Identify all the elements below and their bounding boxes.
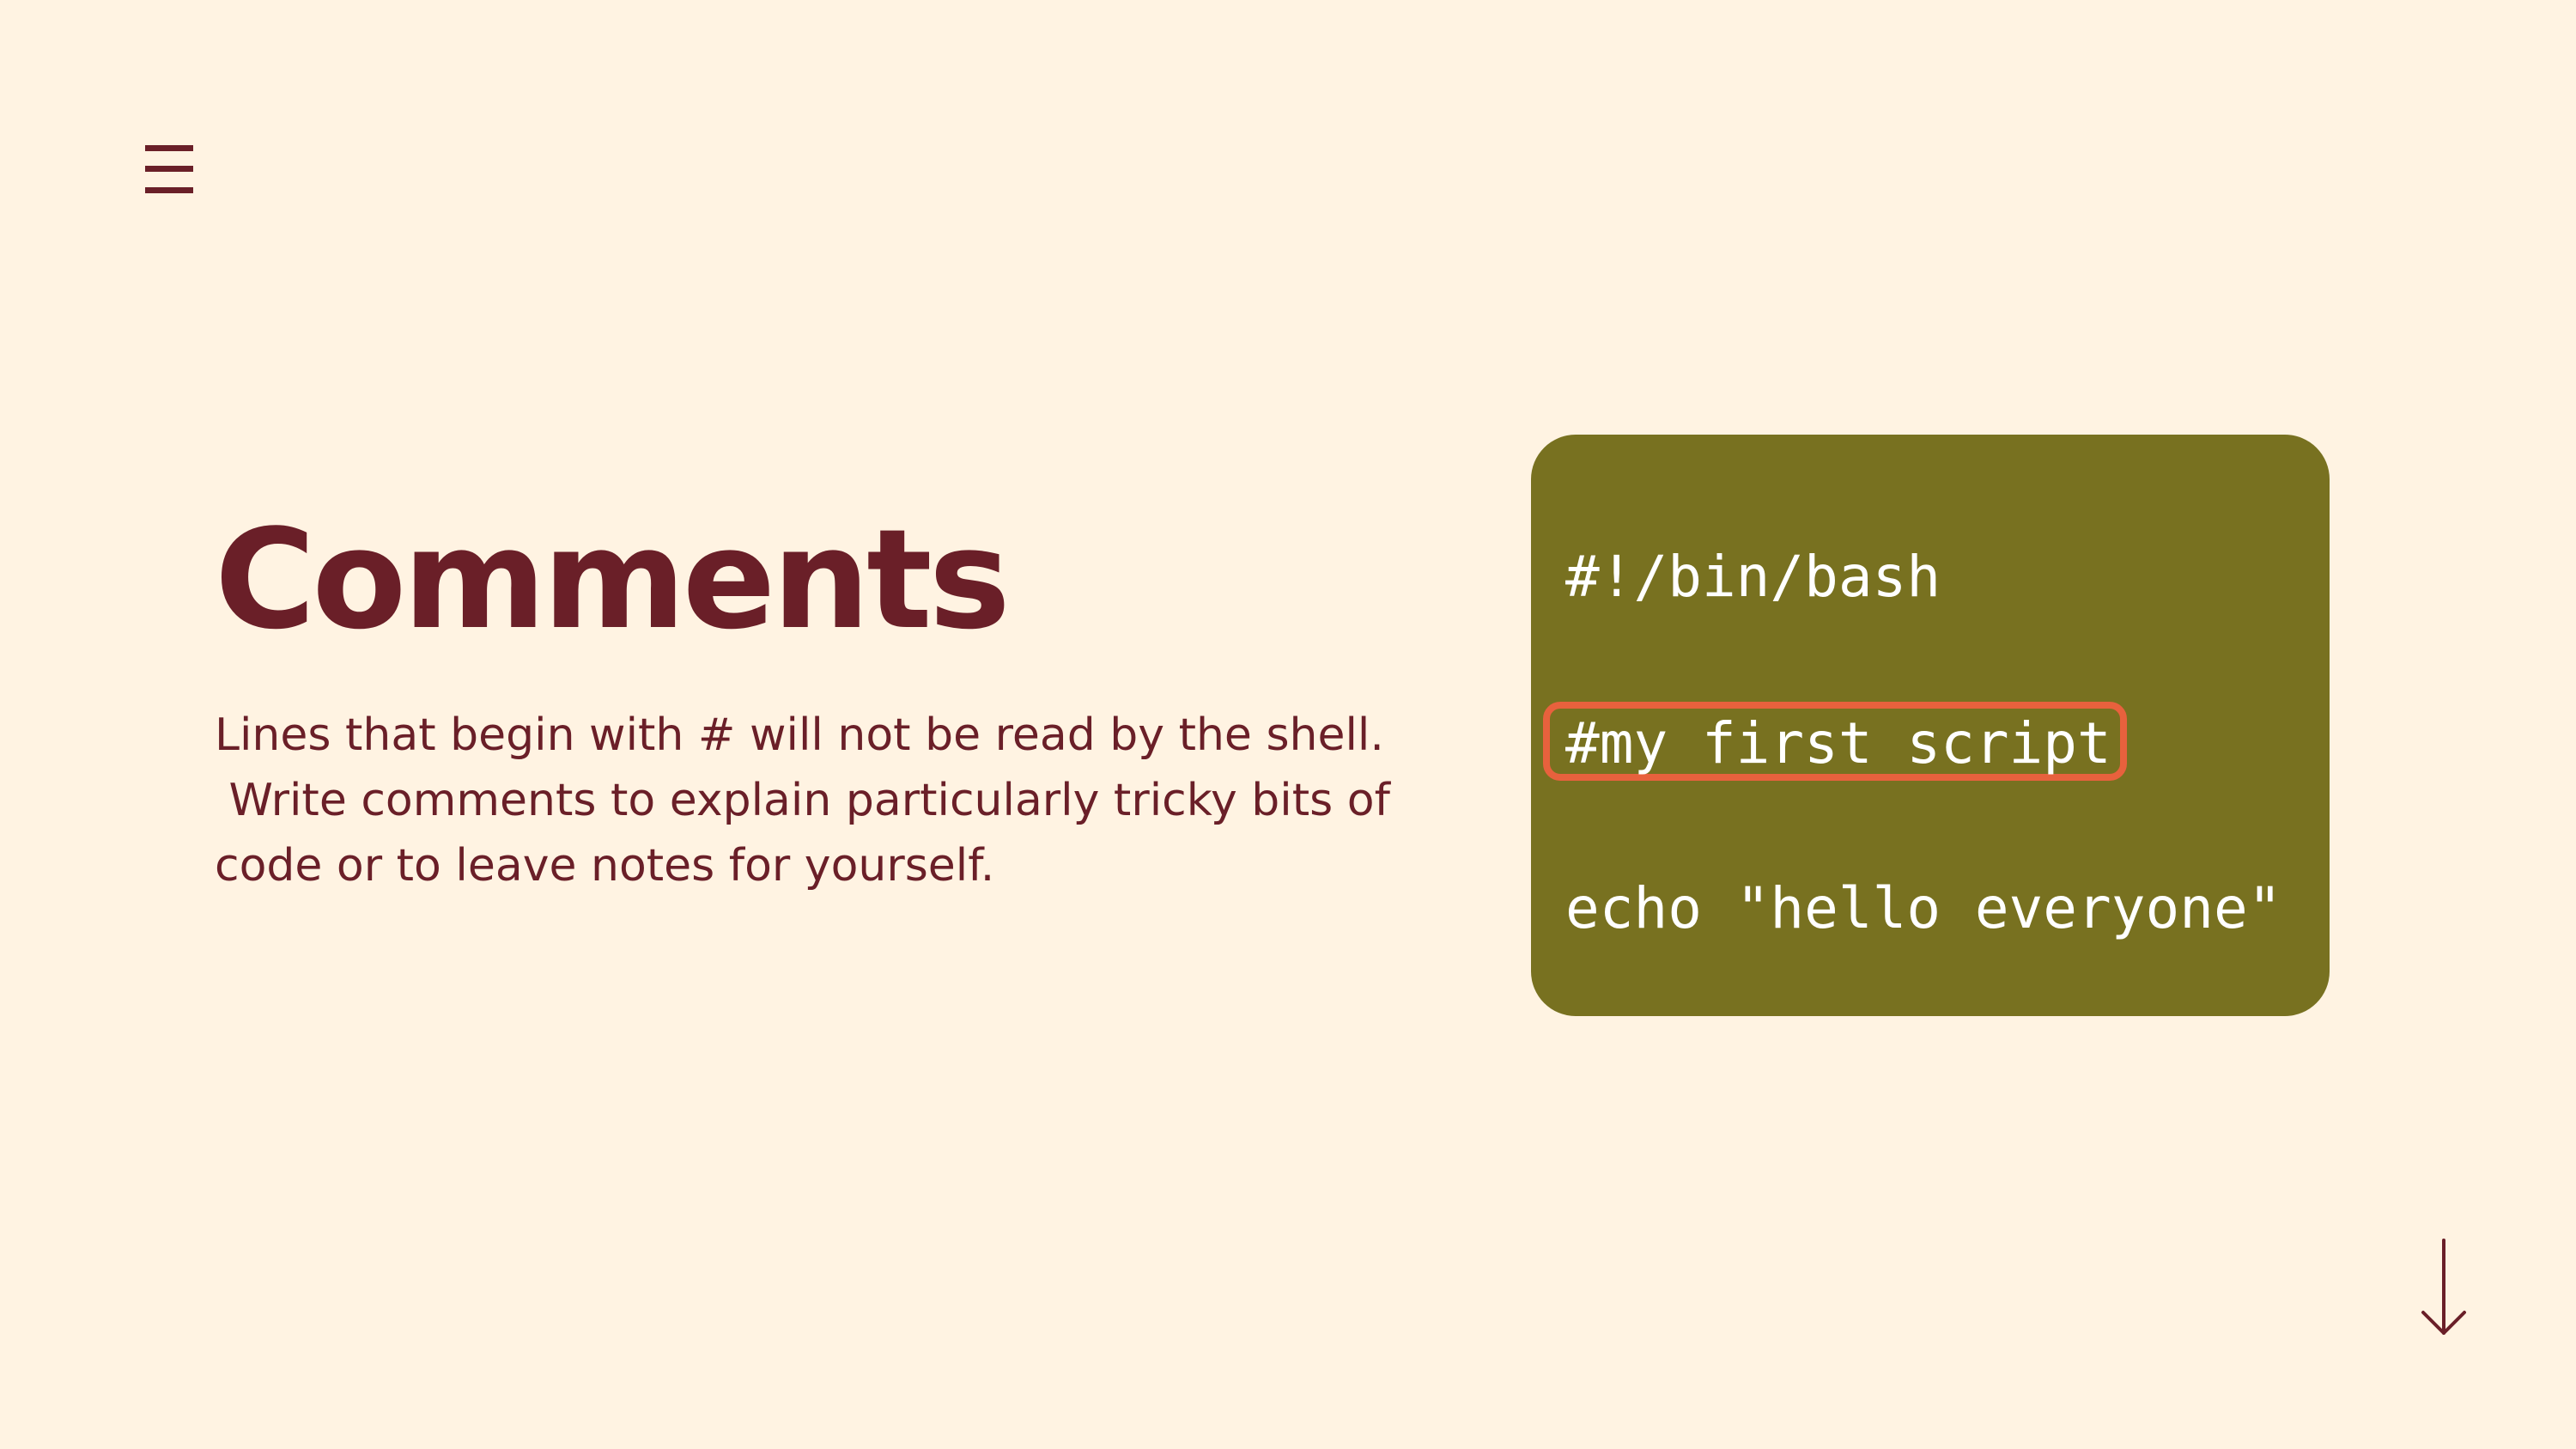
slide-title: Comments <box>215 499 1011 660</box>
code-block: #!/bin/bash #my first script echo "hello… <box>1531 435 2330 1016</box>
code-line-shebang: #!/bin/bash <box>1565 544 1941 610</box>
description-line: Write comments to explain particularly t… <box>215 775 1390 826</box>
slide-description: Lines that begin with # will not be read… <box>215 703 1390 898</box>
arrow-down-icon[interactable] <box>2418 1239 2470 1338</box>
hamburger-menu-icon[interactable] <box>142 142 197 197</box>
description-line: Lines that begin with # will not be read… <box>215 709 1384 761</box>
description-line: code or to leave notes for yourself. <box>215 840 995 892</box>
code-line-comment: #my first script <box>1565 710 2111 776</box>
code-line-echo: echo "hello everyone" <box>1565 875 2282 941</box>
